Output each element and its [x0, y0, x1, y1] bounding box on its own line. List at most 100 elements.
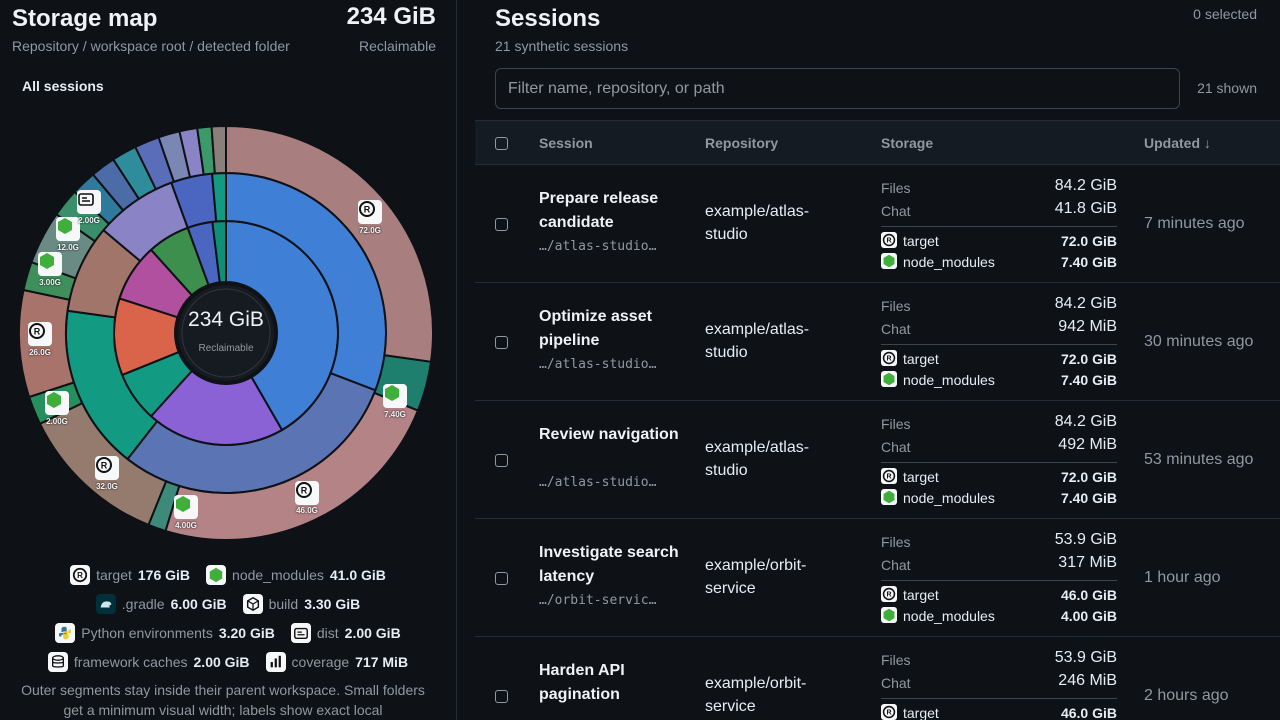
- files-size: 84.2 GiB: [1054, 413, 1117, 430]
- legend-name: framework caches: [73, 653, 188, 670]
- row-checkbox[interactable]: [495, 690, 508, 703]
- legend-name: coverage: [291, 653, 350, 670]
- sunburst-segment-ring-3[interactable]: [210, 126, 227, 175]
- folder-size: 7.40 GiB: [1060, 254, 1117, 270]
- legend-item-python[interactable]: Python environments 3.20 GiB: [55, 622, 275, 643]
- legend-name: target: [96, 566, 132, 583]
- storage-cell: Files53.9 GiBChat246 MiBRtarget46.0 GiBn…: [881, 649, 1117, 720]
- session-title[interactable]: Optimize asset pipeline: [539, 305, 689, 353]
- files-size: 84.2 GiB: [1054, 295, 1117, 312]
- sessions-title: Sessions: [495, 5, 601, 32]
- legend-item-target[interactable]: R target 176 GiB: [70, 564, 190, 585]
- sunburst-svg: [19, 126, 433, 540]
- rust-icon: R: [881, 232, 897, 248]
- svg-text:R: R: [886, 474, 891, 481]
- chat-label: Chat: [881, 675, 911, 691]
- session-title[interactable]: Investigate search latency: [539, 541, 689, 589]
- folder-size: 72.0 GiB: [1060, 233, 1117, 249]
- svg-text:R: R: [364, 205, 371, 215]
- node-icon[interactable]: [383, 384, 407, 408]
- rust-icon: R: [881, 350, 897, 366]
- session-title[interactable]: Review navigation: [539, 423, 689, 447]
- legend: R target 176 GiB node_modules 41.0 GiB .…: [0, 560, 456, 676]
- rust-icon[interactable]: R: [95, 456, 119, 480]
- table-row[interactable]: Prepare release candidate …/atlas-studio……: [475, 165, 1280, 283]
- session-title[interactable]: Prepare release candidate: [539, 187, 689, 235]
- row-checkbox[interactable]: [495, 454, 508, 467]
- node-icon: [881, 607, 897, 623]
- table-row[interactable]: Investigate search latency …/orbit-servic…: [475, 519, 1280, 637]
- legend-item-coverage[interactable]: coverage 717 MiB: [265, 651, 408, 672]
- node-icon: [881, 371, 897, 387]
- legend-item-build[interactable]: build 3.30 GiB: [242, 593, 360, 614]
- segment-label: 4.00G: [175, 521, 197, 530]
- segment-label: 46.0G: [296, 506, 318, 515]
- node-icon: [881, 253, 897, 269]
- center-value: 234 GiB: [188, 308, 264, 331]
- files-size: 53.9 GiB: [1054, 531, 1117, 548]
- updated-time: 7 minutes ago: [1144, 215, 1245, 232]
- chat-size: 942 MiB: [1058, 318, 1117, 335]
- node-icon[interactable]: [45, 391, 69, 415]
- svg-text:R: R: [301, 486, 308, 496]
- repository: example/atlas-studio: [705, 321, 810, 361]
- node-icon[interactable]: [38, 252, 62, 276]
- legend-value: 41.0 GiB: [329, 566, 386, 583]
- selected-count: 0 selected: [1193, 6, 1257, 22]
- row-checkbox[interactable]: [495, 336, 508, 349]
- gradle-icon: [95, 593, 116, 614]
- folder-size: 7.40 GiB: [1060, 372, 1117, 388]
- files-size: 84.2 GiB: [1054, 177, 1117, 194]
- folder-size: 4.00 GiB: [1060, 608, 1117, 624]
- segment-label: 3.00G: [39, 278, 61, 287]
- folder-name: target: [903, 469, 939, 485]
- row-checkbox[interactable]: [495, 218, 508, 231]
- filter-input[interactable]: [495, 68, 1180, 109]
- column-header-storage[interactable]: Storage: [881, 135, 933, 151]
- session-title[interactable]: Harden API pagination: [539, 659, 689, 707]
- total-reclaimable: 234 GiB: [346, 3, 436, 30]
- table-row[interactable]: Optimize asset pipeline …/atlas-studio… ex…: [475, 283, 1280, 401]
- table-row[interactable]: Harden API pagination example/orbit-servi…: [475, 637, 1280, 720]
- folder-size: 7.40 GiB: [1060, 490, 1117, 506]
- rust-icon: R: [881, 704, 897, 720]
- segment-label: 12.0G: [57, 243, 79, 252]
- legend-value: 6.00 GiB: [170, 595, 227, 612]
- folder-size: 46.0 GiB: [1060, 587, 1117, 603]
- select-all-checkbox[interactable]: [495, 137, 508, 150]
- folder-name: node_modules: [903, 490, 995, 506]
- table-row[interactable]: Review navigation …/atlas-studio… example/…: [475, 401, 1280, 519]
- storage-cell: Files 84.2 GiB Chat 492 MiB Rtarget 72.0 GiB n…: [881, 413, 1117, 509]
- scope-breadcrumb[interactable]: All sessions: [22, 78, 104, 94]
- files-label: Files: [881, 180, 911, 196]
- rust-icon[interactable]: R: [358, 200, 382, 224]
- svg-text:R: R: [886, 710, 891, 717]
- chat-size: 41.8 GiB: [1054, 200, 1117, 217]
- folder-icon[interactable]: [77, 190, 101, 214]
- rust-icon[interactable]: R: [295, 481, 319, 505]
- bar-chart-icon: [265, 651, 286, 672]
- sunburst-chart: 234 GiB Reclaimable R 72.0G 7.40G R 46.0…: [19, 126, 433, 540]
- rust-icon: R: [881, 468, 897, 484]
- sunburst-center: [174, 281, 278, 385]
- legend-name: node_modules: [232, 566, 324, 583]
- folder-name: node_modules: [903, 372, 995, 388]
- folder-name: target: [903, 705, 939, 720]
- node-icon[interactable]: [174, 495, 198, 519]
- repository: example/orbit-service: [705, 557, 807, 597]
- legend-item-framework-caches[interactable]: framework caches 2.00 GiB: [47, 651, 250, 672]
- folder-name: target: [903, 351, 939, 367]
- files-label: Files: [881, 652, 911, 668]
- folder-icon: [290, 622, 311, 643]
- row-checkbox[interactable]: [495, 572, 508, 585]
- column-header-repository[interactable]: Repository: [705, 135, 778, 151]
- legend-item-gradle[interactable]: .gradle 6.00 GiB: [95, 593, 227, 614]
- legend-item-dist[interactable]: dist 2.00 GiB: [290, 622, 401, 643]
- legend-item-node-modules[interactable]: node_modules 41.0 GiB: [206, 564, 386, 585]
- column-header-updated[interactable]: Updated ↓: [1144, 135, 1211, 151]
- svg-text:R: R: [77, 571, 83, 580]
- column-header-session[interactable]: Session: [539, 135, 593, 151]
- segment-label: 7.40G: [384, 410, 406, 419]
- storage-divider: [881, 462, 1117, 463]
- rust-icon[interactable]: R: [28, 322, 52, 346]
